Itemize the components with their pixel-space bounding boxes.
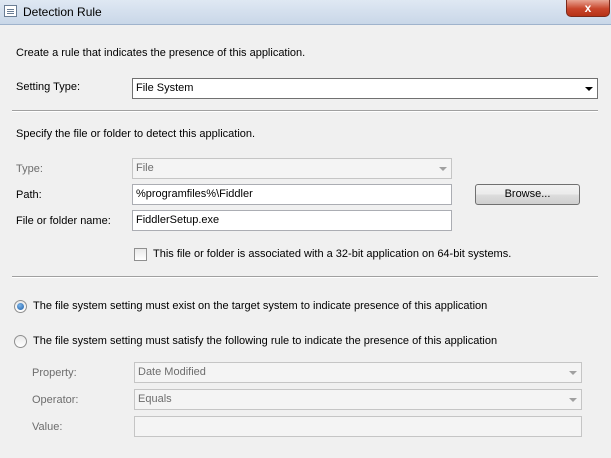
file-name-input[interactable]: FiddlerSetup.exe	[132, 210, 452, 231]
path-input[interactable]: %programfiles%\Fiddler	[132, 184, 452, 205]
radio-rule[interactable]	[14, 335, 27, 348]
radio-exist[interactable]	[14, 300, 27, 313]
checkbox-32bit-label: This file or folder is associated with a…	[153, 248, 512, 260]
operator-label: Operator:	[32, 394, 79, 406]
browse-button-label: Browse...	[504, 188, 551, 200]
type-value: File	[136, 162, 154, 174]
property-value: Date Modified	[138, 366, 206, 378]
close-button[interactable]: x	[566, 0, 610, 17]
value-label: Value:	[32, 421, 63, 433]
path-label: Path:	[16, 189, 42, 201]
window-title: Detection Rule	[23, 5, 102, 19]
chevron-down-icon	[585, 87, 593, 91]
radio-rule-label: The file system setting must satisfy the…	[33, 335, 498, 347]
title-bar: Detection Rule	[0, 0, 611, 25]
operator-select[interactable]: Equals	[134, 389, 582, 410]
type-label: Type:	[16, 163, 43, 175]
file-instruction-text: Specify the file or folder to detect thi…	[16, 128, 256, 140]
chevron-down-icon	[569, 371, 577, 375]
browse-button[interactable]: Browse...	[475, 184, 580, 205]
checkbox-32bit[interactable]	[134, 248, 147, 261]
chevron-down-icon	[569, 398, 577, 402]
setting-type-value: File System	[136, 82, 194, 94]
radio-exist-label: The file system setting must exist on th…	[33, 300, 488, 312]
type-select[interactable]: File	[132, 158, 452, 179]
dialog-icon	[4, 5, 17, 17]
intro-text: Create a rule that indicates the presenc…	[16, 47, 306, 59]
operator-value: Equals	[138, 393, 172, 405]
chevron-down-icon	[439, 167, 447, 171]
value-input[interactable]	[134, 416, 582, 437]
divider	[12, 110, 598, 112]
close-icon: x	[584, 1, 592, 15]
property-select[interactable]: Date Modified	[134, 362, 582, 383]
path-value: %programfiles%\Fiddler	[136, 188, 253, 200]
setting-type-select[interactable]: File System	[132, 78, 598, 99]
divider	[12, 276, 598, 278]
file-name-value: FiddlerSetup.exe	[136, 214, 220, 226]
file-name-label: File or folder name:	[16, 215, 111, 227]
property-label: Property:	[32, 367, 77, 379]
setting-type-label: Setting Type:	[16, 81, 81, 93]
